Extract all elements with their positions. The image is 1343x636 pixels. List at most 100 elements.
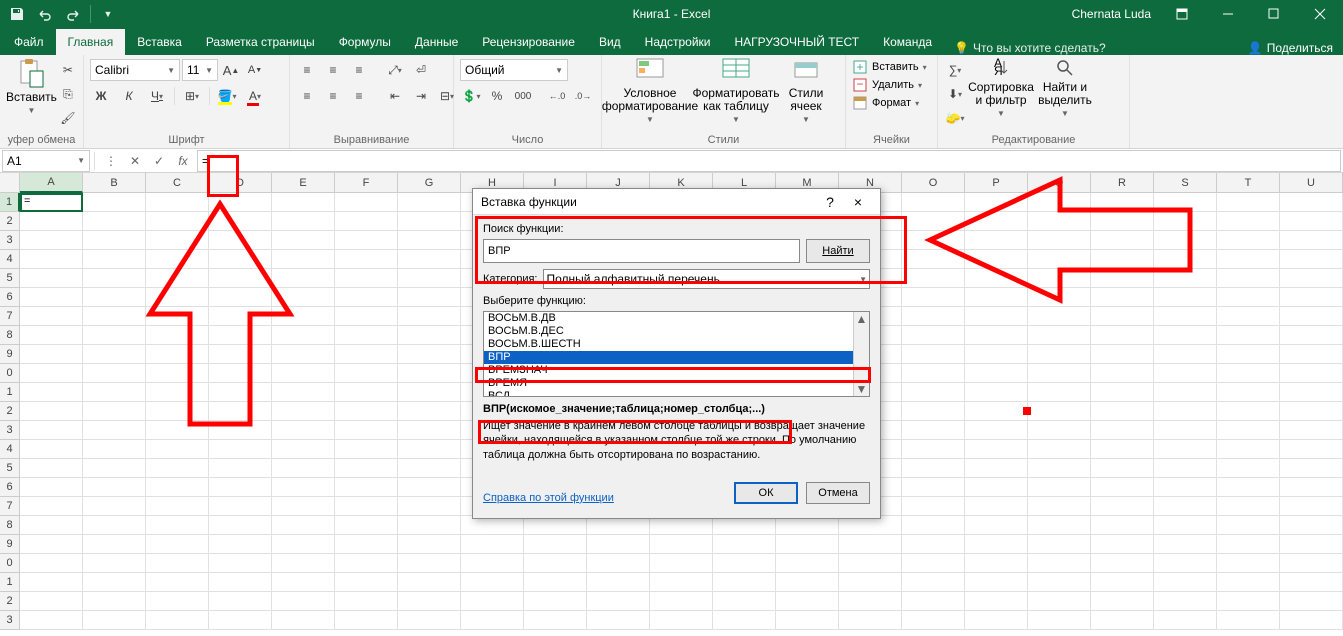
cell[interactable]: [83, 269, 146, 288]
cell[interactable]: [398, 592, 461, 611]
cell[interactable]: [650, 554, 713, 573]
cell[interactable]: [902, 212, 965, 231]
cell[interactable]: [1028, 269, 1091, 288]
cell[interactable]: [20, 459, 83, 478]
cell[interactable]: [839, 535, 902, 554]
active-cell[interactable]: =: [20, 193, 83, 212]
cell[interactable]: [902, 440, 965, 459]
cell[interactable]: [1091, 269, 1154, 288]
cell[interactable]: [1091, 535, 1154, 554]
cell[interactable]: [146, 288, 209, 307]
cell[interactable]: [965, 421, 1028, 440]
cell[interactable]: [335, 288, 398, 307]
cell[interactable]: [20, 440, 83, 459]
cell[interactable]: [335, 535, 398, 554]
cell[interactable]: [335, 193, 398, 212]
cell[interactable]: [524, 592, 587, 611]
orientation-icon[interactable]: ⤢▾: [384, 59, 406, 81]
cell[interactable]: [272, 440, 335, 459]
column-header[interactable]: Q: [1028, 173, 1091, 193]
cell[interactable]: [83, 611, 146, 630]
row-header[interactable]: 8: [0, 326, 20, 345]
cell[interactable]: [146, 421, 209, 440]
user-name[interactable]: Chernata Luda: [1072, 7, 1159, 21]
cell[interactable]: [20, 250, 83, 269]
cell[interactable]: [965, 231, 1028, 250]
cell[interactable]: [335, 459, 398, 478]
cell[interactable]: [965, 250, 1028, 269]
cell[interactable]: [1154, 611, 1217, 630]
cell[interactable]: [965, 288, 1028, 307]
cell[interactable]: [272, 611, 335, 630]
cell[interactable]: [272, 307, 335, 326]
row-header[interactable]: 0: [0, 554, 20, 573]
cell[interactable]: [524, 611, 587, 630]
cell[interactable]: [83, 212, 146, 231]
cell[interactable]: [1154, 326, 1217, 345]
cell[interactable]: [272, 193, 335, 212]
cell[interactable]: [1280, 421, 1343, 440]
cell[interactable]: [1154, 288, 1217, 307]
cell[interactable]: [1028, 478, 1091, 497]
cell[interactable]: [1154, 269, 1217, 288]
cell[interactable]: [902, 611, 965, 630]
cell[interactable]: [1217, 231, 1280, 250]
column-header[interactable]: S: [1154, 173, 1217, 193]
cell[interactable]: [1028, 611, 1091, 630]
row-header[interactable]: 3: [0, 421, 20, 440]
cell[interactable]: [1280, 326, 1343, 345]
cell[interactable]: [335, 364, 398, 383]
cell[interactable]: [902, 516, 965, 535]
cell[interactable]: [776, 535, 839, 554]
cancel-button[interactable]: Отмена: [806, 482, 870, 504]
cell[interactable]: [1217, 611, 1280, 630]
row-header[interactable]: 3: [0, 231, 20, 250]
cell[interactable]: [1028, 364, 1091, 383]
cell[interactable]: [1028, 573, 1091, 592]
cell[interactable]: [965, 364, 1028, 383]
cell[interactable]: [461, 535, 524, 554]
cell[interactable]: [1091, 421, 1154, 440]
cell[interactable]: [83, 307, 146, 326]
cell[interactable]: [965, 307, 1028, 326]
cell[interactable]: [1028, 231, 1091, 250]
cell[interactable]: [1091, 554, 1154, 573]
cell[interactable]: [272, 592, 335, 611]
cell[interactable]: [272, 383, 335, 402]
cell[interactable]: [587, 535, 650, 554]
cell[interactable]: [146, 592, 209, 611]
cell[interactable]: [83, 288, 146, 307]
cell[interactable]: [398, 478, 461, 497]
cell[interactable]: [965, 459, 1028, 478]
cell[interactable]: [902, 573, 965, 592]
row-header[interactable]: 4: [0, 250, 20, 269]
decrease-font-icon[interactable]: A▼: [244, 59, 266, 81]
cell[interactable]: [398, 573, 461, 592]
cell[interactable]: [1154, 383, 1217, 402]
cell[interactable]: [83, 231, 146, 250]
cell[interactable]: [965, 478, 1028, 497]
cell[interactable]: [272, 573, 335, 592]
cell[interactable]: [20, 535, 83, 554]
cell[interactable]: [83, 497, 146, 516]
cell[interactable]: [587, 554, 650, 573]
cell[interactable]: [902, 288, 965, 307]
row-header[interactable]: 1: [0, 193, 20, 212]
column-header[interactable]: R: [1091, 173, 1154, 193]
cell[interactable]: [272, 421, 335, 440]
column-header[interactable]: C: [146, 173, 209, 193]
cell[interactable]: [272, 459, 335, 478]
cell[interactable]: [1091, 383, 1154, 402]
cell[interactable]: [1091, 440, 1154, 459]
cell[interactable]: [1217, 383, 1280, 402]
cell[interactable]: [83, 573, 146, 592]
cell[interactable]: [1091, 459, 1154, 478]
cell[interactable]: [1028, 193, 1091, 212]
cell[interactable]: [335, 421, 398, 440]
cell[interactable]: [1028, 345, 1091, 364]
dialog-help-icon[interactable]: ?: [816, 194, 844, 210]
cell[interactable]: [965, 326, 1028, 345]
list-item[interactable]: ВСД: [484, 390, 869, 397]
cell[interactable]: [146, 459, 209, 478]
cell[interactable]: [1091, 212, 1154, 231]
